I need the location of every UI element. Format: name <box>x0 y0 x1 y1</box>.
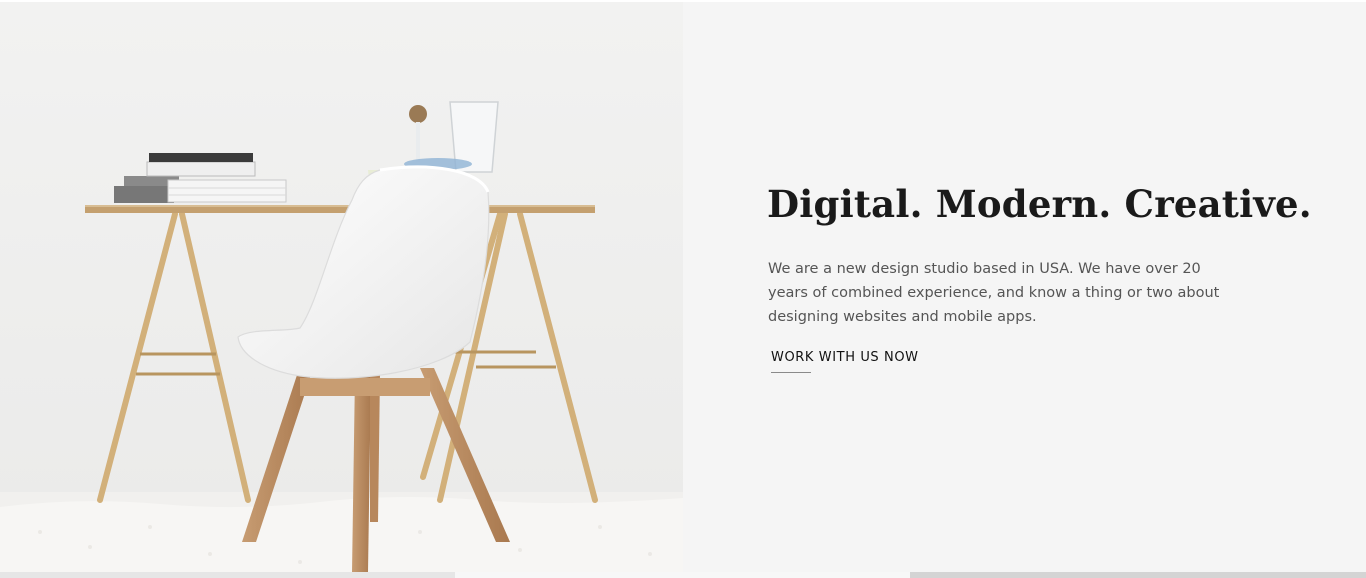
hero-image-desk-chair <box>0 2 683 572</box>
hero-headline: Digital. Modern. Creative. <box>767 182 1312 226</box>
strip-segment <box>910 572 1366 578</box>
page: Digital. Modern. Creative. We are a new … <box>0 0 1366 578</box>
hero-section: Digital. Modern. Creative. We are a new … <box>0 2 1366 572</box>
cta-underline <box>771 372 811 373</box>
strip-segment <box>455 572 910 578</box>
hero-intro-text: We are a new design studio based in USA.… <box>768 261 1220 325</box>
work-with-us-link[interactable]: WORK WITH US NOW <box>771 350 919 365</box>
hero-text-panel: Digital. Modern. Creative. We are a new … <box>683 2 1366 572</box>
bottom-strip <box>0 572 1366 578</box>
strip-segment <box>0 572 455 578</box>
